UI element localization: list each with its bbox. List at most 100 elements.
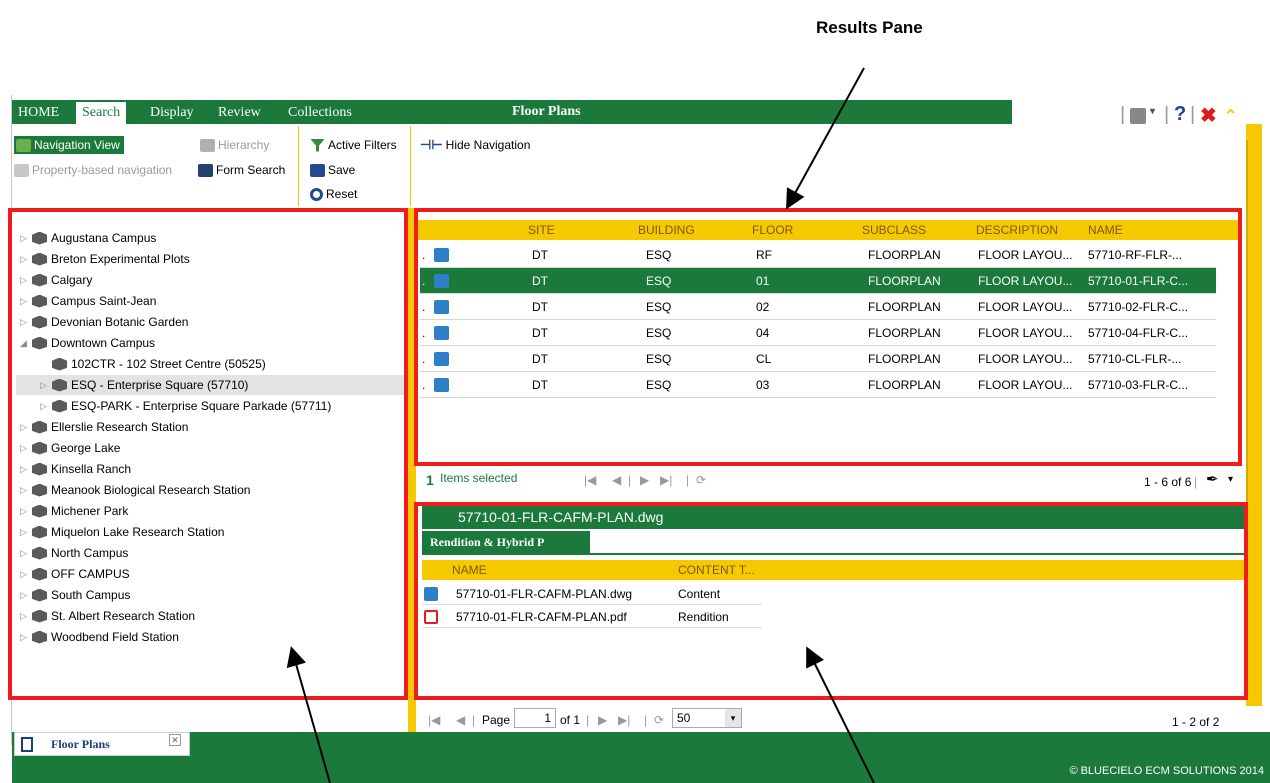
last-page-icon[interactable]: ▶| [618, 710, 630, 730]
prev-page-icon[interactable]: ◀ [612, 470, 621, 490]
column-header-name[interactable]: NAME [1088, 220, 1123, 240]
expand-icon[interactable]: ▷ [20, 543, 28, 563]
page-total: of 1 [560, 713, 581, 727]
expand-icon[interactable]: ▷ [20, 606, 28, 626]
refresh-icon[interactable]: ⟳ [654, 710, 664, 730]
expand-icon[interactable]: ▷ [20, 459, 28, 479]
column-header-content-type[interactable]: CONTENT T... [678, 560, 755, 580]
tree-item[interactable]: ▷ Augustana Campus [20, 228, 156, 248]
tree-item[interactable]: ▷ Ellerslie Research Station [20, 417, 188, 437]
menu-collections[interactable]: Collections [282, 100, 358, 124]
expand-icon[interactable]: ▷ [20, 522, 28, 542]
chevron-down-icon[interactable]: ▾ [725, 709, 741, 727]
form-search-button[interactable]: Form Search [198, 161, 285, 179]
tree-item[interactable]: ▷ North Campus [20, 543, 128, 563]
details-range: 1 - 2 of 2 [1172, 715, 1220, 729]
reset-button[interactable]: Reset [310, 185, 357, 203]
save-button[interactable]: Save [310, 161, 355, 179]
menu-home[interactable]: HOME [12, 100, 65, 124]
tree-item[interactable]: ▷ Devonian Botanic Garden [20, 312, 188, 332]
prev-page-icon[interactable]: ◀ [456, 710, 465, 730]
expand-icon[interactable]: ▷ [20, 270, 28, 290]
tree-item[interactable]: ▷ OFF CAMPUS [20, 564, 130, 584]
expand-icon[interactable]: ▷ [20, 249, 28, 269]
tree-item[interactable]: ◢ Downtown Campus [20, 333, 155, 353]
tree-item-label: 102CTR - 102 Street Centre (50525) [71, 357, 266, 371]
page-input[interactable]: 1 [514, 708, 556, 728]
table-row[interactable]: . DT ESQ 03 FLOORPLAN FLOOR LAYOU... 57710-03-… [420, 372, 1216, 398]
list-item[interactable]: 57710-01-FLR-CAFM-PLAN.pdf Rendition [422, 606, 762, 628]
tree-item[interactable]: ▷ Miquelon Lake Research Station [20, 522, 224, 542]
expand-icon[interactable]: ▷ [20, 564, 28, 584]
expand-icon[interactable]: ▷ [20, 480, 28, 500]
next-page-icon[interactable]: ▶ [640, 470, 649, 490]
tab-floor-plans[interactable]: Floor Plans ✕ [14, 732, 190, 756]
table-row[interactable]: . DT ESQ CL FLOORPLAN FLOOR LAYOU... 57710-CL-… [420, 346, 1216, 372]
expand-icon[interactable]: ▷ [20, 291, 28, 311]
tree-item[interactable]: ▷ Woodbend Field Station [20, 627, 179, 647]
refresh-icon[interactable]: ⟳ [696, 470, 706, 490]
next-page-icon[interactable]: ▶ [598, 710, 607, 730]
expand-icon[interactable]: ▷ [20, 627, 28, 647]
bookmark-icon[interactable] [1130, 108, 1146, 124]
expand-icon[interactable]: ▷ [20, 312, 28, 332]
tree-item[interactable]: ▷ Campus Saint-Jean [20, 291, 156, 311]
drawing-file-icon [434, 248, 449, 262]
table-row[interactable]: . DT ESQ 01 FLOORPLAN FLOOR LAYOU... 57710-01-… [420, 268, 1216, 294]
first-page-icon[interactable]: |◀ [428, 710, 440, 730]
menu-review[interactable]: Review [212, 100, 267, 124]
table-row[interactable]: . DT ESQ 02 FLOORPLAN FLOOR LAYOU... 57710-02-… [420, 294, 1216, 320]
table-row[interactable]: . DT ESQ RF FLOORPLAN FLOOR LAYOU... 57710-RF-… [420, 242, 1216, 268]
tree-item[interactable]: ▷ Michener Park [20, 501, 128, 521]
chevron-down-icon[interactable]: ▾ [1228, 470, 1233, 490]
collapse-icon[interactable]: ◢ [20, 333, 28, 353]
tree-item[interactable]: ▷ ESQ-PARK - Enterprise Square Parkade (5… [40, 396, 331, 416]
column-header-site[interactable]: SITE [528, 220, 555, 240]
splitter[interactable] [408, 208, 416, 736]
menu-display[interactable]: Display [144, 100, 200, 124]
table-row[interactable]: . DT ESQ 04 FLOORPLAN FLOOR LAYOU... 57710-04-… [420, 320, 1216, 346]
close-tab-icon[interactable]: ✕ [169, 734, 181, 746]
collapse-ribbon-icon[interactable]: ⌃ [1224, 106, 1237, 126]
tree-item[interactable]: ▷ Meanook Biological Research Station [20, 480, 250, 500]
expand-icon[interactable]: ▷ [20, 438, 28, 458]
navigation-view-button[interactable]: Navigation View [14, 136, 124, 154]
tree-item[interactable]: ▷ ESQ - Enterprise Square (57710) [16, 375, 404, 395]
reset-icon [310, 187, 323, 201]
help-icon[interactable]: ? [1174, 103, 1186, 126]
page-size-select[interactable]: 50 ▾ [672, 708, 742, 728]
tree-item[interactable]: ▷ Calgary [20, 270, 92, 290]
tree-item-label: George Lake [51, 441, 121, 455]
tree-item[interactable]: ▷ South Campus [20, 585, 130, 605]
tree-item[interactable]: ▷ Kinsella Ranch [20, 459, 131, 479]
active-filters-button[interactable]: Active Filters [310, 136, 397, 154]
hierarchy-button[interactable]: Hierarchy [200, 136, 269, 154]
vertical-scrollbar-thumb[interactable] [1246, 140, 1262, 696]
tree-item[interactable]: ▷ George Lake [20, 438, 120, 458]
tree-item[interactable]: ▷ St. Albert Research Station [20, 606, 195, 626]
column-header-building[interactable]: BUILDING [638, 220, 695, 240]
last-page-icon[interactable]: ▶| [660, 470, 672, 490]
expand-icon[interactable]: ▷ [40, 396, 48, 416]
tree-item[interactable]: 102CTR - 102 Street Centre (50525) [40, 354, 266, 374]
column-header-description[interactable]: DESCRIPTION [976, 220, 1058, 240]
tree-item[interactable]: ▷ Breton Experimental Plots [20, 249, 190, 269]
list-item[interactable]: 57710-01-FLR-CAFM-PLAN.dwg Content [422, 583, 762, 605]
expand-icon[interactable]: ▷ [20, 585, 28, 605]
separator: | [686, 473, 690, 487]
expand-icon[interactable]: ▷ [20, 501, 28, 521]
chevron-down-icon[interactable]: ▾ [1150, 106, 1155, 117]
row-marker: . [422, 352, 426, 366]
column-header-subclass[interactable]: SUBCLASS [862, 220, 926, 240]
first-page-icon[interactable]: |◀ [584, 470, 596, 490]
property-navigation-button[interactable]: Property-based navigation [14, 161, 172, 179]
expand-icon[interactable]: ▷ [40, 375, 48, 395]
expand-icon[interactable]: ▷ [20, 417, 28, 437]
menu-search[interactable]: Search [76, 102, 127, 124]
column-header-floor[interactable]: FLOOR [752, 220, 793, 240]
tab-rendition-hybrid[interactable]: Rendition & Hybrid P [422, 531, 590, 553]
hide-navigation-button[interactable]: ⊣⊢ Hide Navigation [420, 136, 530, 154]
column-header-name[interactable]: NAME [452, 560, 487, 580]
expand-icon[interactable]: ▷ [20, 228, 28, 248]
edit-columns-icon[interactable]: ✒ [1206, 470, 1219, 490]
